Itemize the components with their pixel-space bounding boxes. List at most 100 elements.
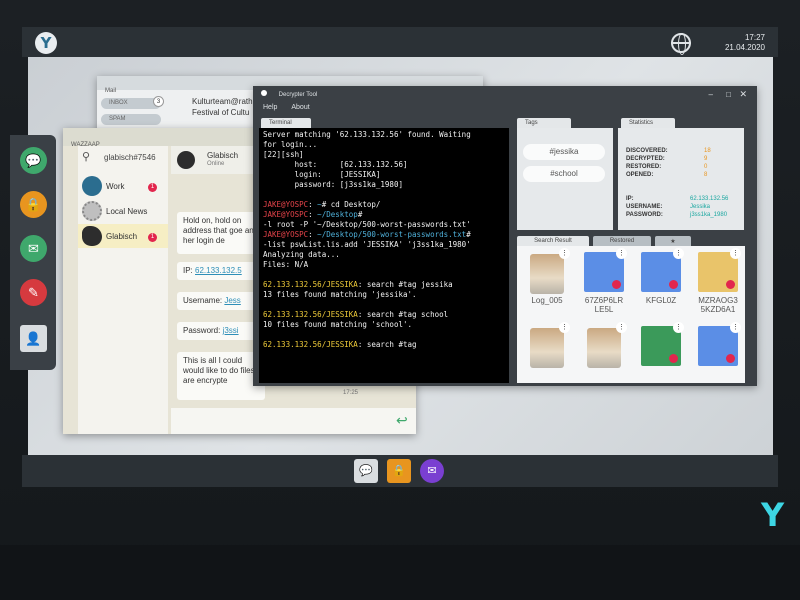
terminal-line: Analyzing data... xyxy=(263,250,340,259)
file-menu-icon[interactable]: ⋮ xyxy=(559,248,570,259)
mail-from[interactable]: Kulturteam@rath xyxy=(192,97,253,106)
contact-search-input[interactable]: glabisch#7546 xyxy=(104,153,156,162)
unread-badge: 1 xyxy=(148,183,157,192)
terminal-line: 13 files found matching 'jessika'. xyxy=(263,290,417,299)
lock-icon xyxy=(669,280,678,289)
ip-link[interactable]: 62.133.132.5 xyxy=(195,266,242,275)
username-label: USERNAME: xyxy=(626,204,663,210)
terminal-path: ~/Desktop/500-worst-passwords.txt xyxy=(312,230,467,239)
ip-value: 62.133.132.56 xyxy=(690,196,729,202)
lock-icon xyxy=(726,280,735,289)
terminal-line: for login... xyxy=(263,140,318,149)
top-bar xyxy=(22,27,778,57)
message-time: 17:25 xyxy=(343,390,359,396)
globe-icon[interactable] xyxy=(671,33,691,55)
tags-panel: #jessika #school xyxy=(517,128,613,230)
inbox-folder[interactable]: INBOX xyxy=(101,98,161,109)
terminal-prompt: JAKE@YOSPC xyxy=(263,230,309,239)
file-menu-icon[interactable]: ⋮ xyxy=(616,322,627,333)
avatar xyxy=(177,151,195,169)
menu-about[interactable]: About xyxy=(291,104,309,111)
password-link[interactable]: j3ssi xyxy=(223,326,239,335)
tab-statistics[interactable]: Statistics xyxy=(621,118,675,128)
password-label: Password: xyxy=(183,326,223,335)
taskbar-lock-icon[interactable]: 🔒 xyxy=(387,459,411,483)
terminal-path: ~/Desktop xyxy=(312,210,358,219)
clock: 17:27 21.04.2020 xyxy=(705,33,765,53)
spam-folder[interactable]: SPAM xyxy=(101,114,161,125)
contact-app-icon[interactable]: 👤 xyxy=(20,325,47,352)
contact-work[interactable]: Work 1 xyxy=(78,174,168,198)
terminal-prompt: 62.133.132.56/JESSIKA xyxy=(263,310,358,319)
tab-favorites[interactable]: ★ xyxy=(655,236,691,246)
inbox-count-badge: 3 xyxy=(153,96,164,107)
search-results: ⋮ Log_005 ⋮ 67Z6P6LR LE5L ⋮ KFGL0Z ⋮ MZRAOG3 5K… xyxy=(517,246,745,383)
tab-terminal[interactable]: Terminal xyxy=(261,118,311,128)
decrypter-window: Decrypter Tool – □ ✕ Help About Terminal… xyxy=(253,86,757,386)
close-icon[interactable]: ✕ xyxy=(739,89,747,100)
statistics-panel: DISCOVERED: 18 DECRYPTED: 9 RESTORED: 0 … xyxy=(618,128,744,230)
taskbar-chat-icon[interactable]: 💬 xyxy=(354,459,378,483)
file-menu-icon[interactable]: ⋮ xyxy=(730,248,741,259)
file-name: MZRAOG3 5KZD6A1 xyxy=(698,296,738,314)
username-link[interactable]: Jess xyxy=(224,296,240,305)
clock-date: 21.04.2020 xyxy=(724,43,765,52)
menu-help[interactable]: Help xyxy=(263,104,277,111)
unread-badge: 1 xyxy=(148,233,157,242)
chat-app-icon[interactable]: 💬 xyxy=(20,147,47,174)
decrypter-title: Decrypter Tool xyxy=(278,92,318,98)
terminal-line: 62.133.132.56/JESSIKA: search #tag xyxy=(263,340,417,349)
note-app-icon[interactable]: ✎ xyxy=(20,279,47,306)
tab-tags[interactable]: Tags xyxy=(517,118,571,128)
stat-value: 0 xyxy=(704,164,708,170)
terminal-line: -list pswList.lis.add 'JESSIKA' 'j3ss1ka… xyxy=(263,240,471,249)
mail-title: Mail xyxy=(105,88,117,94)
chat-input[interactable]: ↩ xyxy=(171,408,416,434)
contact-glabisch[interactable]: Glabisch 1 xyxy=(78,224,168,248)
terminal-line: Server matching '62.133.132.56' found. W… xyxy=(263,130,471,139)
stat-value: 9 xyxy=(704,156,708,162)
contact-list: ⚲ glabisch#7546 Work 1 Local News Glabis… xyxy=(78,146,168,434)
file-menu-icon[interactable]: ⋮ xyxy=(616,248,627,259)
file-menu-icon[interactable]: ⋮ xyxy=(730,322,741,333)
mail-app-icon[interactable]: ✉ xyxy=(20,235,47,262)
chat-message: This is all I could would like to do fil… xyxy=(177,352,265,400)
send-icon[interactable]: ↩ xyxy=(396,412,408,429)
terminal-line: Files: N/A xyxy=(263,260,309,269)
stat-value: 8 xyxy=(704,172,708,178)
file-menu-icon[interactable]: ⋮ xyxy=(673,248,684,259)
stat-label: OPENED: xyxy=(626,172,654,178)
terminal-line: 10 files found matching 'school'. xyxy=(263,320,413,329)
terminal-line: host: [62.133.132.56] xyxy=(263,160,408,169)
window-menu-icon[interactable] xyxy=(261,90,267,96)
stat-label: DECRYPTED: xyxy=(626,156,665,162)
inbox-label: INBOX xyxy=(109,100,128,106)
taskbar-mail-icon[interactable]: ✉ xyxy=(420,459,444,483)
os-logo-icon[interactable]: Y xyxy=(35,32,57,54)
work-avatar-icon xyxy=(82,176,102,196)
minimize-icon[interactable]: – xyxy=(709,90,713,99)
terminal-line: JAKE@YOSPC: ~/Desktop# xyxy=(263,210,363,219)
photo-file[interactable] xyxy=(530,328,564,368)
tab-search-result[interactable]: Search Result xyxy=(517,236,589,246)
photo-file[interactable] xyxy=(530,254,564,294)
message-text: This is all I could would like to do fil… xyxy=(183,356,255,385)
tag-school[interactable]: #school xyxy=(523,166,605,182)
file-menu-icon[interactable]: ⋮ xyxy=(559,322,570,333)
tag-jessika[interactable]: #jessika xyxy=(523,144,605,160)
photo-file[interactable] xyxy=(587,328,621,368)
file-menu-icon[interactable]: ⋮ xyxy=(673,322,684,333)
menu-bar: Help About xyxy=(263,104,310,111)
maximize-icon[interactable]: □ xyxy=(726,90,731,99)
terminal-output[interactable]: Server matching '62.133.132.56' found. W… xyxy=(259,128,509,383)
lock-app-icon[interactable]: 🔒 xyxy=(20,191,47,218)
tab-restored[interactable]: Restored xyxy=(593,236,651,246)
gear-avatar-icon xyxy=(82,201,102,221)
contact-local-news[interactable]: Local News xyxy=(78,199,168,223)
username-value: Jessika xyxy=(690,204,711,210)
terminal-prompt: JAKE@YOSPC xyxy=(263,200,309,209)
